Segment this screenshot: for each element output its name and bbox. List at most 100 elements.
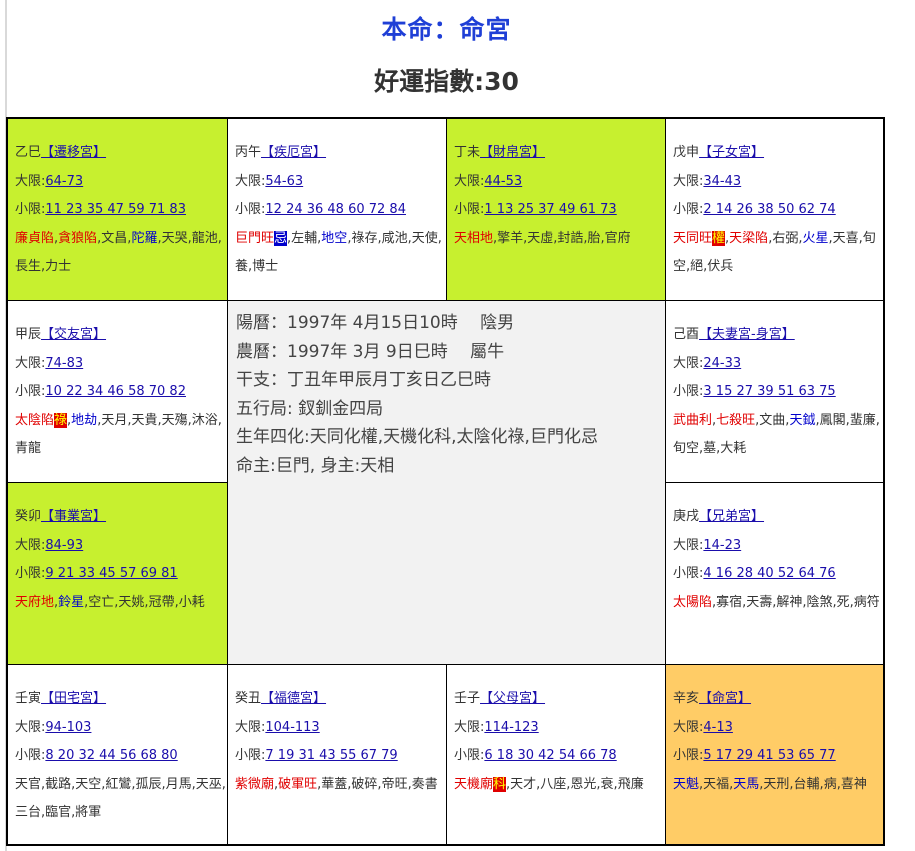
star-major: 天機廟 bbox=[454, 776, 494, 792]
palace-name-link[interactable]: 【田宅宮】 bbox=[41, 691, 106, 706]
daxian-row: 大限:104-113 bbox=[235, 714, 446, 743]
stars-list: 紫微廟,破軍旺,華蓋,破碎,帝旺,奏書 bbox=[235, 777, 438, 792]
xiaoxian-link[interactable]: 1 13 25 37 49 61 73 bbox=[484, 202, 616, 217]
xiaoxian-link[interactable]: 9 21 33 45 57 69 81 bbox=[45, 566, 177, 581]
xiaoxian-label: 小限: bbox=[673, 566, 704, 582]
stem-branch: 乙巳 bbox=[15, 145, 42, 160]
xiaoxian-link[interactable]: 8 20 32 44 56 68 80 bbox=[45, 748, 177, 763]
daxian-link[interactable]: 74-83 bbox=[45, 356, 83, 371]
palace-name-link[interactable]: 【夫妻宮-身宮】 bbox=[699, 327, 795, 342]
palace-name-link[interactable]: 【父母宮】 bbox=[480, 691, 545, 706]
daxian-label: 大限: bbox=[15, 173, 46, 189]
xiaoxian-row: 小限:11 23 35 47 59 71 83 bbox=[15, 196, 227, 225]
star-minor: 天官,截路,天空,紅鸞,孤辰,月馬,天巫,三台,臨官,將軍 bbox=[15, 776, 226, 821]
stem-branch: 庚戌 bbox=[673, 509, 700, 524]
daxian-link[interactable]: 94-103 bbox=[45, 720, 91, 735]
xiaoxian-label: 小限: bbox=[15, 202, 46, 218]
daxian-link[interactable]: 114-123 bbox=[484, 720, 538, 735]
stars-list: 天府地,鈴星,空亡,天姚,冠帶,小耗 bbox=[15, 595, 205, 610]
stars-list: 武曲利,七殺旺,文曲,天鉞,鳳閣,蜚廉,旬空,墓,大耗 bbox=[673, 413, 880, 457]
palace-shiye: 癸卯【事業宮】 大限:84-93 小限:9 21 33 45 57 69 81 … bbox=[8, 482, 227, 664]
stem-branch: 戊申 bbox=[673, 145, 700, 160]
daxian-link[interactable]: 44-53 bbox=[484, 174, 522, 189]
star-malefic: 陀羅 bbox=[131, 230, 158, 246]
stem-branch: 辛亥 bbox=[673, 691, 700, 706]
star-minor: ,華蓋,破碎,帝旺,奏書 bbox=[317, 776, 438, 792]
xiaoxian-link[interactable]: 2 14 26 38 50 62 74 bbox=[703, 202, 835, 217]
xiaoxian-label: 小限: bbox=[673, 384, 704, 400]
ganzhi: 干支：丁丑年甲辰月丁亥日乙巳時 bbox=[236, 370, 491, 391]
palace-name-link[interactable]: 【兄弟宮】 bbox=[699, 509, 764, 524]
stem-branch: 壬寅 bbox=[15, 691, 42, 706]
palace-name-link[interactable]: 【遷移宮】 bbox=[41, 145, 106, 160]
palace-name-link[interactable]: 【子女宮】 bbox=[699, 145, 764, 160]
transform-ji-badge: 忌 bbox=[274, 230, 288, 246]
daxian-link[interactable]: 14-23 bbox=[703, 538, 741, 553]
palace-heading: 癸丑【福德宮】 bbox=[235, 685, 446, 714]
palace-heading: 辛亥【命宮】 bbox=[673, 685, 883, 714]
palace-heading: 甲辰【交友宮】 bbox=[15, 321, 227, 350]
palace-fuqi: 己酉【夫妻宮-身宮】 大限:24-33 小限:3 15 27 39 51 63 … bbox=[665, 300, 883, 482]
daxian-link[interactable]: 34-43 bbox=[703, 174, 741, 189]
solar-date: 陽曆：1997年 4月15日10時 陰男 bbox=[236, 313, 515, 333]
stars-list: 巨門旺忌,左輔,地空,祿存,咸池,天使,養,博士 bbox=[235, 230, 442, 274]
stars-list: 太陽陷,寡宿,天壽,解神,陰煞,死,病符 bbox=[673, 595, 880, 610]
palace-heading: 癸卯【事業宮】 bbox=[15, 503, 227, 532]
daxian-label: 大限: bbox=[673, 355, 704, 371]
stars-list: 太陰陷祿,地劫,天月,天貴,天殤,沐浴,青龍 bbox=[15, 412, 222, 456]
star-minor: ,天福, bbox=[699, 776, 734, 792]
palace-name-link[interactable]: 【命宮】 bbox=[699, 691, 751, 706]
palace-name-link[interactable]: 【福德宮】 bbox=[261, 691, 326, 706]
palace-name-link[interactable]: 【財帛宮】 bbox=[480, 145, 545, 160]
daxian-link[interactable]: 4-13 bbox=[703, 720, 733, 735]
star-major: 天同旺 bbox=[673, 230, 713, 246]
star-malefic: 鈴星 bbox=[58, 594, 85, 610]
xiaoxian-link[interactable]: 5 17 29 41 53 65 77 bbox=[703, 748, 835, 763]
daxian-link[interactable]: 64-73 bbox=[45, 174, 83, 189]
birth-year-transforms: 生年四化:天同化權,天機化科,太陰化祿,巨門化忌 bbox=[236, 427, 598, 448]
xiaoxian-row: 小限:7 19 31 43 55 67 79 bbox=[235, 742, 446, 771]
xiaoxian-row: 小限:10 22 34 46 58 70 82 bbox=[15, 378, 227, 407]
xiaoxian-link[interactable]: 4 16 28 40 52 64 76 bbox=[703, 566, 835, 581]
star-malefic: 地劫 bbox=[71, 412, 98, 428]
star-major: 武曲利 bbox=[673, 412, 713, 428]
daxian-label: 大限: bbox=[15, 355, 46, 371]
daxian-link[interactable]: 54-63 bbox=[265, 174, 303, 189]
xiaoxian-link[interactable]: 12 24 36 48 60 72 84 bbox=[265, 202, 406, 217]
star-major: 天府地 bbox=[15, 594, 55, 610]
palace-name-link[interactable]: 【疾厄宮】 bbox=[261, 145, 326, 160]
transform-lu-badge: 祿 bbox=[54, 412, 68, 428]
daxian-row: 大限:34-43 bbox=[673, 168, 883, 197]
xiaoxian-label: 小限: bbox=[15, 566, 46, 582]
palace-qianyi: 乙巳【遷移宮】 大限:64-73 小限:11 23 35 47 59 71 83… bbox=[8, 119, 227, 300]
xiaoxian-row: 小限:2 14 26 38 50 62 74 bbox=[673, 196, 883, 225]
palace-name-link[interactable]: 【交友宮】 bbox=[41, 327, 106, 342]
xiaoxian-link[interactable]: 11 23 35 47 59 71 83 bbox=[45, 202, 186, 217]
xiaoxian-label: 小限: bbox=[235, 202, 266, 218]
life-body-master: 命主:巨門, 身主:天相 bbox=[236, 455, 395, 476]
daxian-label: 大限: bbox=[454, 719, 485, 735]
palace-caibo: 丁未【財帛宮】 大限:44-53 小限:1 13 25 37 49 61 73 … bbox=[446, 119, 665, 300]
stem-branch: 丁未 bbox=[454, 145, 481, 160]
star-major: 貪狼陷 bbox=[58, 230, 98, 246]
star-major: 天相地 bbox=[454, 230, 494, 246]
xiaoxian-row: 小限:9 21 33 45 57 69 81 bbox=[15, 560, 227, 589]
stars-list: 天相地,擎羊,天虛,封誥,胎,官府 bbox=[454, 231, 631, 246]
palace-fude: 癸丑【福德宮】 大限:104-113 小限:7 19 31 43 55 67 7… bbox=[227, 664, 446, 844]
palace-heading: 戊申【子女宮】 bbox=[673, 139, 883, 168]
xiaoxian-row: 小限:4 16 28 40 52 64 76 bbox=[673, 560, 883, 589]
palace-name-link[interactable]: 【事業宮】 bbox=[41, 509, 106, 524]
five-element-bureau: 五行局: 釵釧金四局 bbox=[236, 398, 384, 419]
stem-branch: 甲辰 bbox=[15, 327, 42, 342]
star-major: 紫微廟 bbox=[235, 776, 275, 792]
xiaoxian-label: 小限: bbox=[15, 748, 46, 764]
transform-quan-badge: 權 bbox=[712, 230, 726, 246]
xiaoxian-link[interactable]: 10 22 34 46 58 70 82 bbox=[45, 384, 186, 399]
daxian-link[interactable]: 104-113 bbox=[265, 720, 319, 735]
ziwei-chart: 乙巳【遷移宮】 大限:64-73 小限:11 23 35 47 59 71 83… bbox=[6, 117, 885, 846]
daxian-link[interactable]: 84-93 bbox=[45, 538, 83, 553]
daxian-link[interactable]: 24-33 bbox=[703, 356, 741, 371]
xiaoxian-link[interactable]: 6 18 30 42 54 66 78 bbox=[484, 748, 616, 763]
xiaoxian-link[interactable]: 3 15 27 39 51 63 75 bbox=[703, 384, 835, 399]
xiaoxian-link[interactable]: 7 19 31 43 55 67 79 bbox=[265, 748, 397, 763]
